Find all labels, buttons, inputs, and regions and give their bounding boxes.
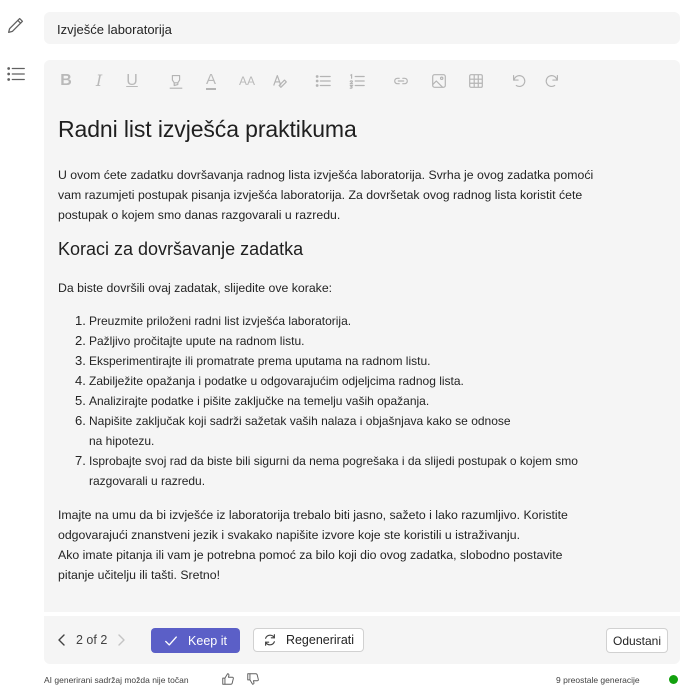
status-indicator [669,675,678,684]
chevron-right-icon[interactable] [113,632,129,648]
generations-remaining: 9 preostale generacije [556,675,640,685]
regenerate-button[interactable]: Regenerirati [253,628,364,652]
list-item: 2. Pažljivo pročitajte upute na radnom li… [75,333,305,348]
editor-panel: B I U A AA Radni list izvješća praktikum… [44,60,680,612]
link-icon[interactable] [391,71,411,91]
refresh-icon [265,634,275,646]
chevron-left-icon[interactable] [54,632,70,648]
image-icon[interactable] [429,71,449,91]
keep-it-button[interactable]: Keep it [151,628,240,653]
closing-paragraph: Imajte na umu da bi izvješće iz laborato… [58,508,568,542]
document-title-text: Izvješće laboratorija [57,22,172,37]
table-icon[interactable] [466,71,486,91]
dismiss-button[interactable]: Odustani [606,628,668,653]
checkmark-icon [165,635,177,646]
steps-intro: Da biste dovršili ovaj zadatak, slijedit… [58,281,333,295]
highlight-icon[interactable] [166,71,186,91]
content-subheading: Koraci za dovršavanje zadatka [58,239,304,259]
numbered-list-icon[interactable] [347,71,367,91]
version-pager: 2 of 2 [54,632,129,648]
formatting-toolbar: B I U A AA [44,60,680,102]
list-item: 3. Eksperimentirajte ili promatrate prema… [75,353,431,368]
underline-button[interactable]: U [122,71,142,91]
list-item: 1. Preuzmite priloženi radni list izvješć… [75,313,352,328]
clear-format-icon[interactable] [270,71,290,91]
italic-button[interactable]: I [89,71,109,91]
redo-icon[interactable] [542,71,562,91]
list-item: 7. Isprobajte svoj rad da biste bili sigu… [75,453,578,488]
thumbs-up-icon[interactable] [221,672,235,686]
list-item: 5. Analizirajte podatke i pišite zaključk… [75,393,430,408]
font-size-button[interactable]: AA [235,71,259,91]
edit-pencil-icon[interactable] [5,14,27,36]
intro-paragraph: U ovom ćete zadatku dovršavanja radnog l… [58,168,594,222]
list-item: 6. Napišite zaključak koji sadrži sažetak… [75,413,511,448]
dismiss-label: Odustani [612,633,662,648]
generated-content[interactable]: Radni list izvješća praktikuma U ovom će… [58,116,618,585]
steps-list: 1. Preuzmite priloženi radni list izvješć… [75,311,618,491]
pager-text: 2 of 2 [76,633,108,647]
closing-paragraph-2: Ako imate pitanja ili vam je potrebna po… [58,548,563,582]
list-item: 4. Zabilježite opažanja i podatke u odgov… [75,373,464,388]
document-title-field[interactable]: Izvješće laboratorija [44,12,680,44]
thumbs-down-icon[interactable] [246,672,260,686]
action-bar: 2 of 2 Keep it Regenerirati Odustani [44,616,680,664]
undo-icon[interactable] [509,71,529,91]
regenerate-label: Regenerirati [285,633,355,647]
keep-it-label: Keep it [188,633,227,648]
font-color-button[interactable]: A [201,71,221,91]
content-heading: Radni list izvješća praktikuma [58,116,357,142]
ai-disclaimer: AI generirani sadržaj možda nije točan [44,675,189,685]
bold-button[interactable]: B [56,71,76,91]
outline-list-icon[interactable] [5,63,27,85]
bullet-list-icon[interactable] [313,71,333,91]
